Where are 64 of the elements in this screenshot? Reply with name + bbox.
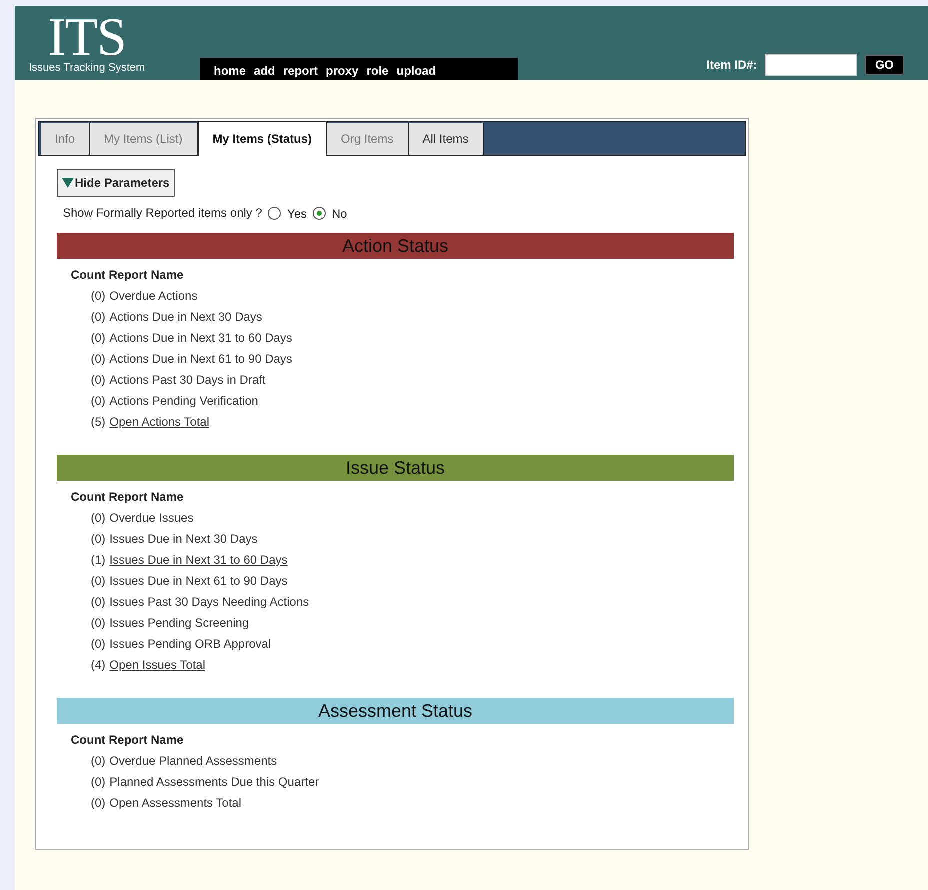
item-id-label: Item ID#: <box>706 57 758 74</box>
filter-label: Show Formally Reported items only ? <box>63 205 262 222</box>
report-name: Issues Due in Next 61 to 90 Days <box>110 574 288 589</box>
nav-link[interactable]: upload <box>396 64 436 78</box>
report-name: Issues Pending Screening <box>110 616 250 631</box>
section-header: Issue Status <box>57 455 734 481</box>
go-button[interactable]: GO <box>865 55 904 75</box>
logo-text: ITS <box>48 12 126 62</box>
report-name: Issues Past 30 Days Needing Actions <box>110 595 310 610</box>
radio-button[interactable] <box>313 206 326 220</box>
logo-subtitle: Issues Tracking System <box>29 62 146 75</box>
tab[interactable]: All Items <box>408 123 484 155</box>
total-link[interactable]: Open Actions Total <box>110 415 210 430</box>
column-header: Count Report Name <box>71 268 185 283</box>
nav-link[interactable]: role <box>366 64 389 78</box>
count-text: (0) <box>91 754 106 769</box>
column-header: Count Report Name <box>71 733 185 748</box>
report-name: Issues Due in Next 30 Days <box>110 532 258 547</box>
count-text: (0) <box>91 394 106 409</box>
column-header: Count Report Name <box>71 490 185 505</box>
hide-parameters-button[interactable]: Hide Parameters <box>57 169 175 197</box>
tab[interactable]: My Items (Status) <box>198 122 328 156</box>
total-link[interactable]: Open Issues Total <box>110 658 206 673</box>
section-header: Action Status <box>57 233 734 259</box>
report-name: Actions Due in Next 30 Days <box>110 310 262 325</box>
report-name: Planned Assessments Due this Quarter <box>110 775 320 790</box>
count-text: (1) <box>91 553 106 568</box>
report-name: Overdue Issues <box>110 511 194 526</box>
section-header: Assessment Status <box>57 698 734 724</box>
count-text: (0) <box>91 289 106 304</box>
radio-label: No <box>332 206 348 223</box>
count-text: (4) <box>91 658 106 673</box>
count-text: (0) <box>91 775 106 790</box>
tab[interactable]: My Items (List) <box>90 123 198 155</box>
count-text: (0) <box>91 310 106 325</box>
report-name: Actions Past 30 Days in Draft <box>110 373 266 388</box>
count-text: (0) <box>91 574 106 589</box>
report-name: Open Assessments Total <box>110 796 242 811</box>
report-name: Actions Pending Verification <box>110 394 258 409</box>
tab[interactable]: Info <box>41 123 90 155</box>
count-text: (0) <box>91 616 106 631</box>
report-name: Overdue Actions <box>110 289 198 304</box>
radio-label: Yes <box>287 206 307 223</box>
nav-link[interactable]: add <box>254 64 276 78</box>
nav-link[interactable]: report <box>283 64 318 78</box>
count-text: (0) <box>91 532 106 547</box>
count-text: (0) <box>91 595 106 610</box>
nav-link[interactable]: home <box>214 64 246 78</box>
count-text: (0) <box>91 796 106 811</box>
report-name: Issues Pending ORB Approval <box>110 637 272 652</box>
item-id-field[interactable] <box>765 54 858 76</box>
report-name: Overdue Planned Assessments <box>110 754 278 769</box>
radio-button[interactable] <box>268 206 282 220</box>
nav-link[interactable]: proxy <box>326 64 359 78</box>
count-text: (0) <box>91 331 106 346</box>
tab[interactable]: Org Items <box>327 123 409 155</box>
count-text: (0) <box>91 511 106 526</box>
count-text: (0) <box>91 352 106 367</box>
report-name: Actions Due in Next 31 to 60 Days <box>110 331 292 346</box>
count-text: (0) <box>91 373 106 388</box>
report-name: Actions Due in Next 61 to 90 Days <box>110 352 292 367</box>
count-text: (5) <box>91 415 106 430</box>
total-link[interactable]: Issues Due in Next 31 to 60 Days <box>110 553 288 568</box>
count-text: (0) <box>91 637 106 652</box>
